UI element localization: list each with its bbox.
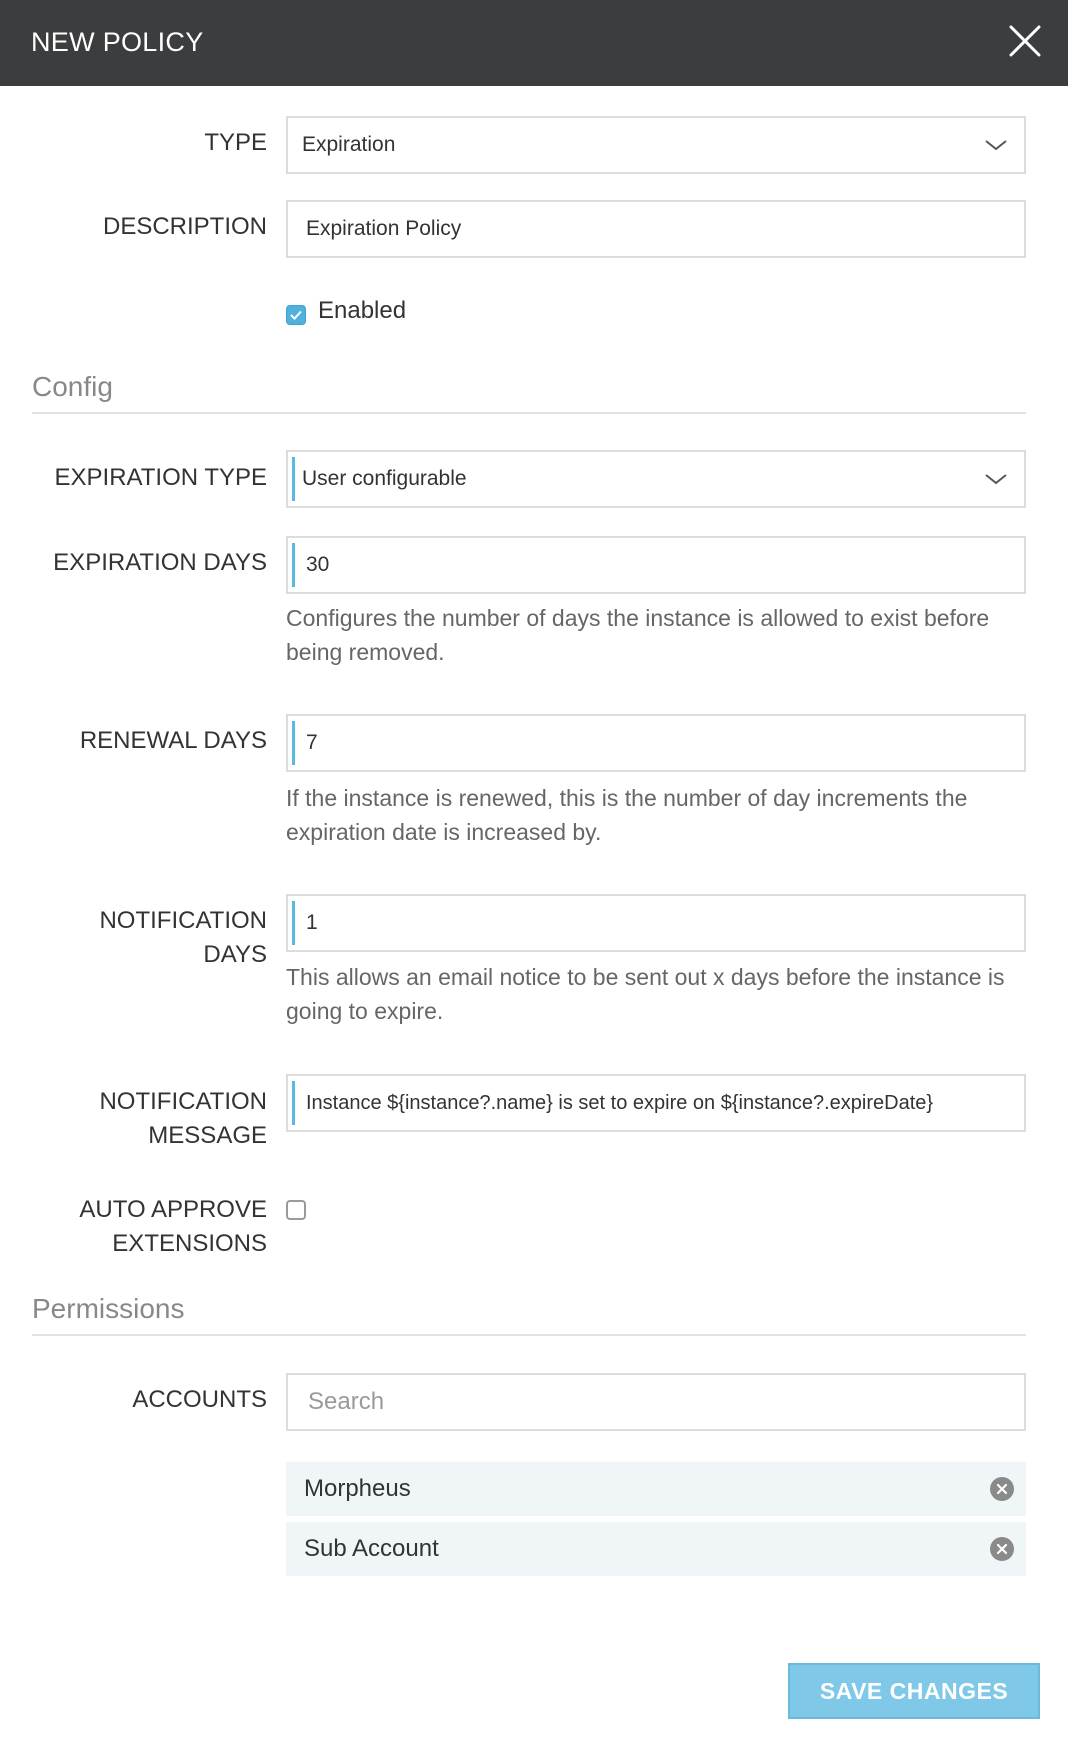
expiration-days-label: EXPIRATION DAYS: [53, 549, 267, 576]
chevron-down-icon: [984, 134, 1008, 156]
notification-days-label-line2: DAYS: [203, 941, 267, 968]
account-item: Sub Account: [286, 1522, 1026, 1576]
dialog-title: NEW POLICY: [31, 27, 204, 57]
auto-approve-label-line1: AUTO APPROVE: [79, 1196, 267, 1223]
check-icon: [290, 310, 302, 320]
account-item-label: Sub Account: [304, 1535, 439, 1562]
renewal-days-value: 7: [306, 731, 318, 754]
accounts-search-input[interactable]: [286, 1373, 1026, 1431]
auto-approve-label-line2: EXTENSIONS: [112, 1230, 267, 1257]
notification-days-value: 1: [306, 911, 318, 934]
description-input[interactable]: Expiration Policy: [286, 200, 1026, 258]
expiration-type-value: User configurable: [302, 467, 467, 490]
notification-message-label-line1: NOTIFICATION: [99, 1088, 267, 1115]
type-select[interactable]: Expiration: [286, 116, 1026, 174]
close-icon[interactable]: [1006, 22, 1044, 60]
notification-message-label-line2: MESSAGE: [148, 1122, 267, 1149]
enabled-checkbox[interactable]: [286, 305, 306, 325]
config-section-title: Config: [32, 371, 113, 402]
dialog-header: NEW POLICY: [0, 0, 1068, 86]
auto-approve-checkbox[interactable]: [286, 1200, 306, 1220]
permissions-section-title: Permissions: [32, 1293, 185, 1324]
expiration-type-label: EXPIRATION TYPE: [54, 464, 268, 491]
renewal-days-input[interactable]: 7: [286, 714, 1026, 772]
notification-message-value: Instance ${instance?.name} is set to exp…: [306, 1092, 934, 1114]
remove-circle-icon[interactable]: [990, 1537, 1014, 1561]
renewal-days-label: RENEWAL DAYS: [79, 727, 267, 754]
enabled-label: Enabled: [318, 297, 407, 324]
type-label: TYPE: [204, 129, 267, 156]
expiration-days-input[interactable]: 30: [286, 536, 1026, 594]
type-select-value: Expiration: [302, 133, 396, 156]
expiration-type-select[interactable]: User configurable: [286, 450, 1026, 508]
expiration-days-value: 30: [306, 553, 330, 576]
notification-days-help: This allows an email notice to be sent o…: [286, 964, 1005, 1024]
description-label: DESCRIPTION: [102, 213, 267, 240]
config-divider: [32, 412, 1026, 414]
notification-days-label-line1: NOTIFICATION: [99, 907, 267, 934]
renewal-days-help: If the instance is renewed, this is the …: [286, 785, 968, 845]
notification-days-input[interactable]: 1: [286, 894, 1026, 952]
chevron-down-icon: [984, 468, 1008, 490]
account-item: Morpheus: [286, 1462, 1026, 1516]
notification-message-input[interactable]: Instance ${instance?.name} is set to exp…: [286, 1074, 1026, 1132]
description-input-value: Expiration Policy: [306, 217, 462, 240]
permissions-divider: [32, 1334, 1026, 1336]
remove-circle-icon[interactable]: [990, 1477, 1014, 1501]
save-changes-button[interactable]: SAVE CHANGES: [788, 1663, 1040, 1719]
expiration-days-help: Configures the number of days the instan…: [286, 605, 990, 665]
accounts-label: ACCOUNTS: [132, 1386, 267, 1413]
account-item-label: Morpheus: [304, 1475, 411, 1502]
